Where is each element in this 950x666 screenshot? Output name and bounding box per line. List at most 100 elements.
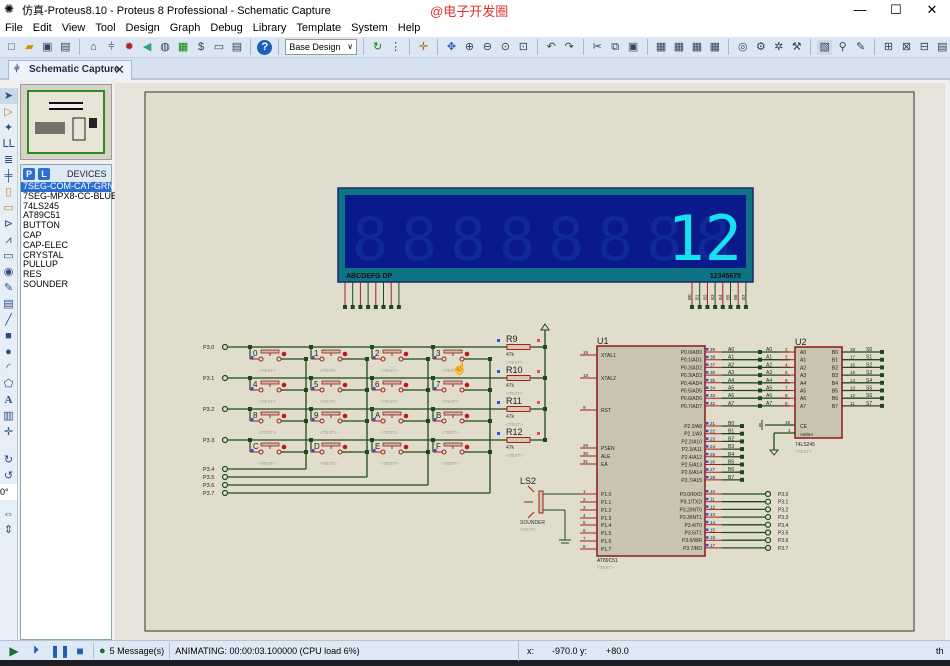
wire-label-icon[interactable]: ⅬⅬ <box>0 136 17 152</box>
home-icon[interactable]: ⌂ <box>86 40 101 55</box>
rotate-cw-icon[interactable]: ↻ <box>0 452 17 468</box>
copy-icon[interactable]: ⧉ <box>608 40 623 55</box>
netlist-icon[interactable]: ▤ <box>935 40 950 55</box>
remove-sheet-icon[interactable]: ⊠ <box>899 40 914 55</box>
search-icon[interactable]: ⚲ <box>835 40 850 55</box>
library-manager-button[interactable]: L <box>38 167 50 180</box>
pick-device-icon[interactable]: ◎ <box>735 40 750 55</box>
menu-debug[interactable]: Debug <box>205 20 247 37</box>
schematic-canvas[interactable]: 8 8 8 8 8 8 8 8 12 ABCDEFG DP 12345678 B0 B1 B2 B3 B4 B5… <box>115 83 945 640</box>
new-sheet-icon[interactable]: ⊞ <box>881 40 896 55</box>
mirror-y-icon[interactable]: ⇕ <box>0 522 17 538</box>
terminal-icon[interactable]: ▭ <box>0 200 17 216</box>
gerber-icon[interactable]: ◀ <box>140 40 155 55</box>
menu-edit[interactable]: Edit <box>28 20 57 37</box>
origin-icon[interactable]: ✛ <box>416 40 431 55</box>
stop-button[interactable]: ■ <box>72 644 88 658</box>
zoom-area-icon[interactable]: ⊡ <box>516 40 531 55</box>
exit-sheet-icon[interactable]: ⊟ <box>917 40 932 55</box>
bus-icon[interactable]: ╪ <box>0 168 17 184</box>
property-icon[interactable]: ✎ <box>853 40 868 55</box>
marker-icon[interactable]: ✛ <box>0 424 17 440</box>
report-icon[interactable]: ▤ <box>229 40 244 55</box>
help-icon[interactable]: ? <box>257 39 273 55</box>
menu-graph[interactable]: Graph <box>165 20 206 37</box>
redo-icon[interactable]: ↷ <box>562 40 577 55</box>
grid-icon[interactable]: ⋮ <box>388 40 403 55</box>
angle-field[interactable]: 0° <box>0 484 17 500</box>
block-delete-icon[interactable]: ▦ <box>707 40 722 55</box>
path-icon[interactable]: ⬠ <box>0 376 17 392</box>
decompose-icon[interactable]: ⚒ <box>789 40 804 55</box>
menu-system[interactable]: System <box>346 20 393 37</box>
bom-icon[interactable]: $ <box>194 40 209 55</box>
3d-icon[interactable]: ◍ <box>158 40 173 55</box>
pause-button[interactable]: ❚❚ <box>50 644 70 658</box>
block-copy-icon[interactable]: ▦ <box>654 40 669 55</box>
open-icon[interactable]: ▰ <box>22 40 37 55</box>
block-rotate-icon[interactable]: ▦ <box>689 40 704 55</box>
proteus-window: ✺ 仿真-Proteus8.10 - Proteus 8 Professiona… <box>0 0 950 661</box>
arc-icon[interactable]: ◜ <box>0 360 17 376</box>
new-icon[interactable]: □ <box>4 40 19 55</box>
pin-icon[interactable]: ⊳ <box>0 216 17 232</box>
pcb-icon[interactable]: ✹ <box>122 40 137 55</box>
import-icon[interactable]: ▤ <box>58 40 73 55</box>
tab-close-icon[interactable]: ✕ <box>114 61 125 79</box>
refresh-icon[interactable]: ↻ <box>370 40 385 55</box>
zoom-out-icon[interactable]: ⊖ <box>480 40 495 55</box>
pan-icon[interactable]: ✥ <box>444 40 459 55</box>
probe-icon[interactable]: ✎ <box>0 280 17 296</box>
junction-icon[interactable]: ✦ <box>0 120 17 136</box>
wire-autoroute-icon[interactable]: ▧ <box>817 39 833 55</box>
block-move-icon[interactable]: ▦ <box>672 40 687 55</box>
box-icon[interactable]: ■ <box>0 328 17 344</box>
menu-tool[interactable]: Tool <box>90 20 120 37</box>
device-item[interactable]: SOUNDER <box>21 279 111 290</box>
notes-icon[interactable]: ▭ <box>211 40 226 55</box>
pin-name: P2.2/A10 <box>681 439 702 445</box>
maximize-button[interactable]: ☐ <box>878 0 914 20</box>
make-device-icon[interactable]: ⚙ <box>753 40 768 55</box>
menu-template[interactable]: Template <box>291 20 346 37</box>
line-icon[interactable]: ╱ <box>0 312 17 328</box>
undo-icon[interactable]: ↶ <box>544 40 559 55</box>
subcircuit-icon[interactable]: ▯ <box>0 184 17 200</box>
pin-number: 19 <box>583 350 589 355</box>
instrument-icon[interactable]: ▤ <box>0 296 17 312</box>
messages-count[interactable]: 5 Message(s) <box>110 646 165 656</box>
close-button[interactable]: ✕ <box>914 0 950 20</box>
source-icon[interactable]: ▦ <box>176 40 191 55</box>
rotate-ccw-icon[interactable]: ↺ <box>0 468 17 484</box>
menu-view[interactable]: View <box>57 20 91 37</box>
overview-panel[interactable] <box>20 84 112 160</box>
menu-design[interactable]: Design <box>121 20 165 37</box>
selection-mode-icon[interactable]: ➤ <box>0 88 17 104</box>
menu-library[interactable]: Library <box>248 20 292 37</box>
component-mode-icon[interactable]: ▷ <box>0 104 17 120</box>
play-button[interactable]: ▶ <box>6 644 22 658</box>
menu-help[interactable]: Help <box>393 20 426 37</box>
circle-icon[interactable]: ● <box>0 344 17 360</box>
tape-icon[interactable]: ▭ <box>0 248 17 264</box>
zoom-all-icon[interactable]: ⊙ <box>498 40 513 55</box>
pick-devices-button[interactable]: P <box>23 167 35 180</box>
tab-schematic-capture[interactable]: ⫩ Schematic Capture ✕ <box>8 60 132 80</box>
text-icon[interactable]: A <box>0 392 17 408</box>
menu-file[interactable]: File <box>0 20 28 37</box>
cut-icon[interactable]: ✂ <box>590 40 605 55</box>
generator-icon[interactable]: ◉ <box>0 264 17 280</box>
minimize-button[interactable]: — <box>842 0 878 20</box>
zoom-in-icon[interactable]: ⊕ <box>462 40 477 55</box>
schematic-icon[interactable]: ⫩ <box>104 40 119 55</box>
u1-ref: U1 <box>597 336 609 346</box>
design-select[interactable]: Base Design ∨ <box>285 39 358 55</box>
package-icon[interactable]: ✲ <box>771 40 786 55</box>
graph-icon[interactable]: ⩘ <box>0 232 17 248</box>
mirror-x-icon[interactable]: ⇔ <box>0 506 17 522</box>
symbol-icon[interactable]: ▥ <box>0 408 17 424</box>
text-script-icon[interactable]: ≣ <box>0 152 17 168</box>
paste-icon[interactable]: ▣ <box>626 40 641 55</box>
save-icon[interactable]: ▣ <box>40 40 55 55</box>
step-button[interactable]: ⏵ <box>28 643 44 658</box>
